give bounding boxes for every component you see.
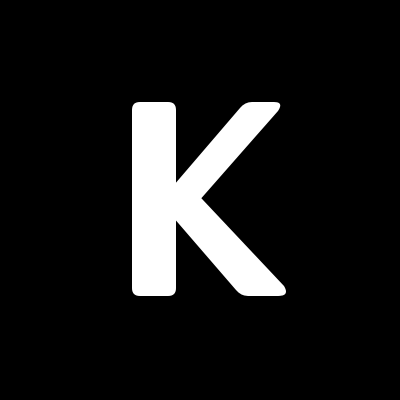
- k-logo-icon: [0, 0, 400, 400]
- logo-canvas: [0, 0, 400, 400]
